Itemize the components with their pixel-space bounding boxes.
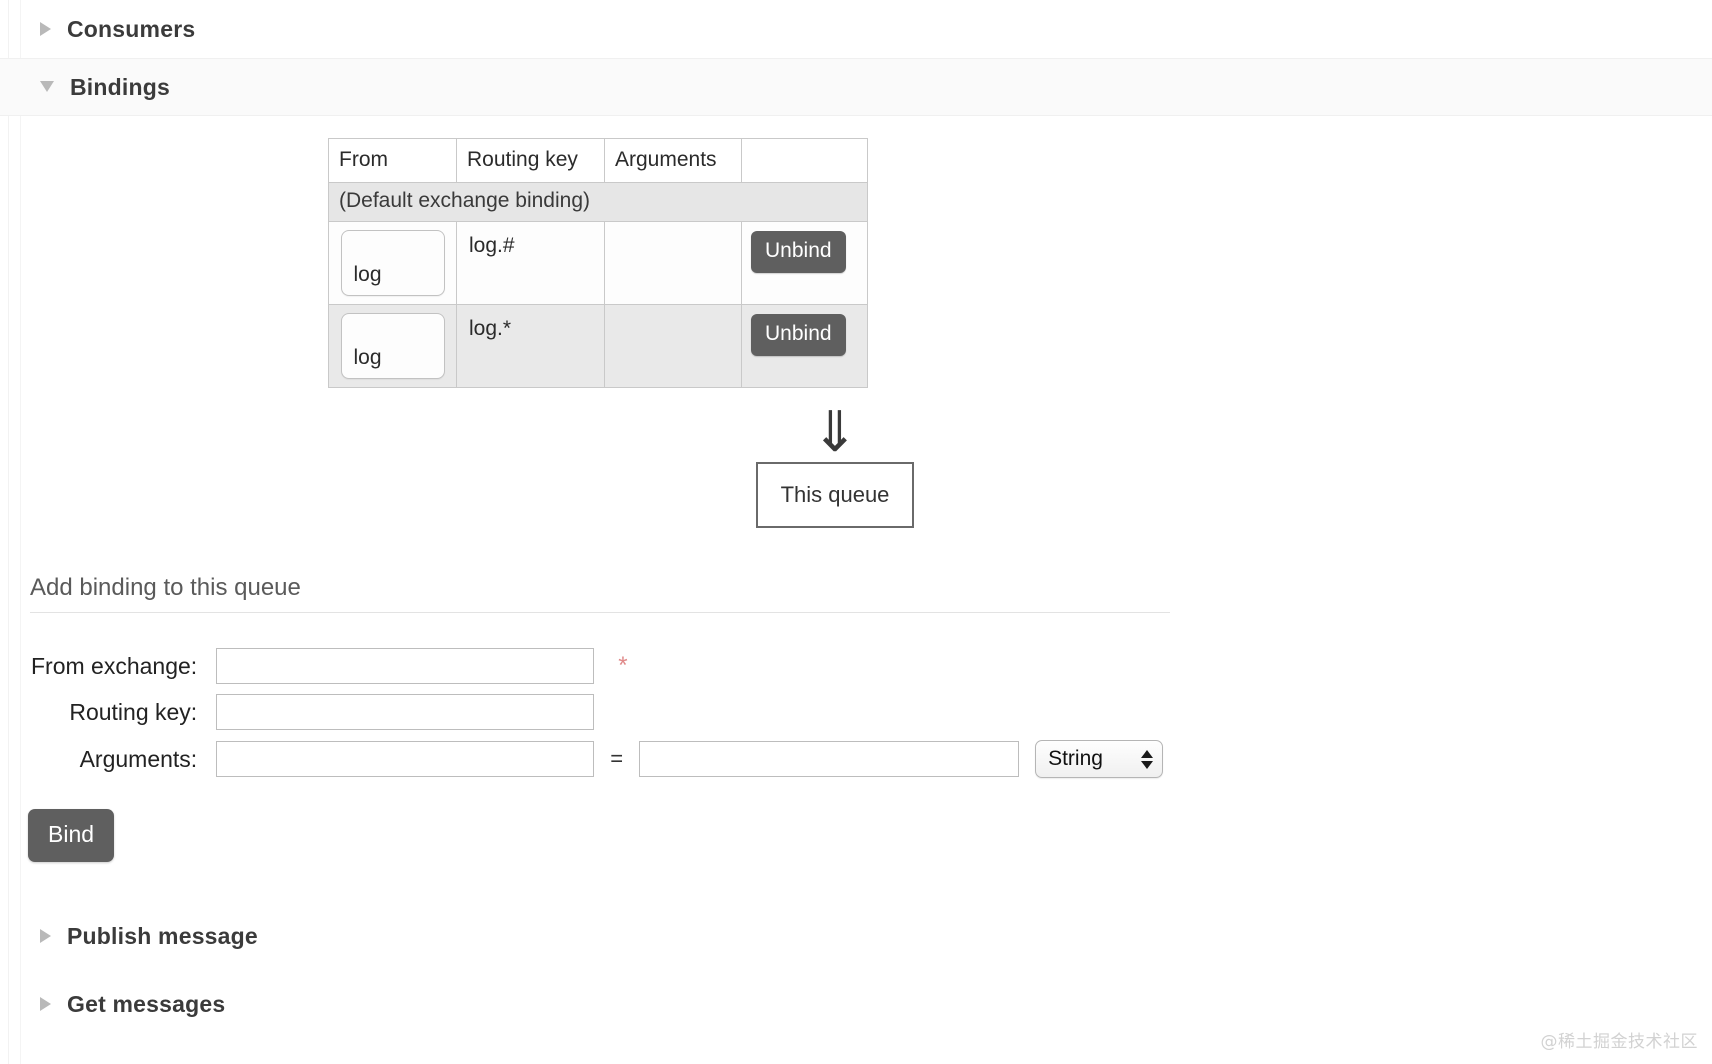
- column-header-arguments: Arguments: [605, 139, 742, 183]
- arguments-type-selected-value: String: [1048, 747, 1103, 771]
- form-row-arguments: Arguments: = String: [30, 739, 1164, 779]
- section-title-bindings: Bindings: [70, 74, 170, 101]
- bindings-table-container: From Routing key Arguments (Default exch…: [0, 138, 1712, 528]
- default-exchange-binding-row: (Default exchange binding): [329, 183, 868, 222]
- arguments-equals-cell: =: [595, 739, 638, 779]
- triangle-right-icon: [40, 22, 51, 36]
- binding-flow-diagram: ⇓ This queue: [0, 410, 1712, 528]
- column-header-from: From: [329, 139, 457, 183]
- binding-arguments-cell: [605, 305, 742, 388]
- triangle-down-icon: [40, 81, 54, 92]
- section-header-consumers[interactable]: Consumers: [0, 0, 1712, 58]
- field-arguments-key-cell: [215, 739, 595, 779]
- binding-routing-key-cell: log.#: [457, 222, 605, 305]
- required-asterisk: *: [596, 652, 627, 679]
- double-down-arrow-icon: ⇓: [812, 410, 859, 462]
- section-header-get-messages[interactable]: Get messages: [0, 970, 1712, 1038]
- binding-from-cell: log: [329, 222, 457, 305]
- bind-button[interactable]: Bind: [28, 809, 114, 862]
- binding-arguments-cell: [605, 222, 742, 305]
- bindings-table: From Routing key Arguments (Default exch…: [328, 138, 868, 388]
- routing-key-value: log.#: [469, 232, 594, 256]
- section-title-consumers: Consumers: [67, 16, 195, 43]
- field-from-exchange-cell: [215, 647, 595, 685]
- table-row: log log.* Unbind: [329, 305, 868, 388]
- field-routing-key-cell: [215, 693, 595, 731]
- field-arguments-value-cell: [638, 739, 1020, 779]
- arguments-value: [617, 315, 731, 318]
- from-exchange-input[interactable]: [216, 648, 594, 684]
- exchange-link-log[interactable]: log: [341, 313, 445, 379]
- label-from-exchange: From exchange:: [30, 647, 215, 685]
- section-title-publish-message: Publish message: [67, 923, 258, 950]
- routing-key-input[interactable]: [216, 694, 594, 730]
- exchange-link-log[interactable]: log: [341, 230, 445, 296]
- bottom-sections: Publish message Get messages: [0, 902, 1712, 1038]
- arguments-type-cell: String: [1020, 739, 1164, 779]
- unbind-button[interactable]: Unbind: [751, 231, 846, 273]
- column-header-actions: [742, 139, 868, 183]
- form-row-routing-key: Routing key:: [30, 693, 1164, 731]
- section-header-bindings[interactable]: Bindings: [0, 58, 1712, 116]
- triangle-right-icon: [40, 997, 51, 1011]
- table-header-row: From Routing key Arguments: [329, 139, 868, 183]
- unbind-button[interactable]: Unbind: [751, 314, 846, 356]
- equals-sign: =: [596, 746, 637, 771]
- arguments-type-select[interactable]: String: [1035, 740, 1163, 778]
- routing-key-value: log.*: [469, 315, 594, 339]
- binding-routing-key-cell: log.*: [457, 305, 605, 388]
- add-binding-form: Add binding to this queue From exchange:…: [0, 574, 1712, 862]
- triangle-right-icon: [40, 929, 51, 943]
- queue-detail-content: Consumers Bindings From Routing key Argu…: [0, 0, 1712, 1038]
- watermark: @稀土掘金技术社区: [1541, 1027, 1699, 1052]
- arguments-key-input[interactable]: [216, 741, 594, 777]
- add-binding-fields: From exchange: * Routing key:: [30, 639, 1164, 787]
- arguments-value: [617, 232, 731, 235]
- binding-action-cell: Unbind: [742, 222, 868, 305]
- from-exchange-required-cell: *: [595, 647, 638, 685]
- binding-from-cell: log: [329, 305, 457, 388]
- arguments-value-input[interactable]: [639, 741, 1019, 777]
- label-arguments: Arguments:: [30, 739, 215, 779]
- add-binding-heading: Add binding to this queue: [30, 574, 1170, 613]
- column-header-routing-key: Routing key: [457, 139, 605, 183]
- this-queue-box: This queue: [756, 462, 914, 528]
- binding-action-cell: Unbind: [742, 305, 868, 388]
- table-row: log log.# Unbind: [329, 222, 868, 305]
- section-header-publish-message[interactable]: Publish message: [0, 902, 1712, 970]
- form-row-from-exchange: From exchange: *: [30, 647, 1164, 685]
- section-title-get-messages: Get messages: [67, 991, 225, 1018]
- label-routing-key: Routing key:: [30, 693, 215, 731]
- select-stepper-arrows-icon: [1141, 750, 1153, 769]
- default-exchange-binding-label: (Default exchange binding): [329, 183, 868, 222]
